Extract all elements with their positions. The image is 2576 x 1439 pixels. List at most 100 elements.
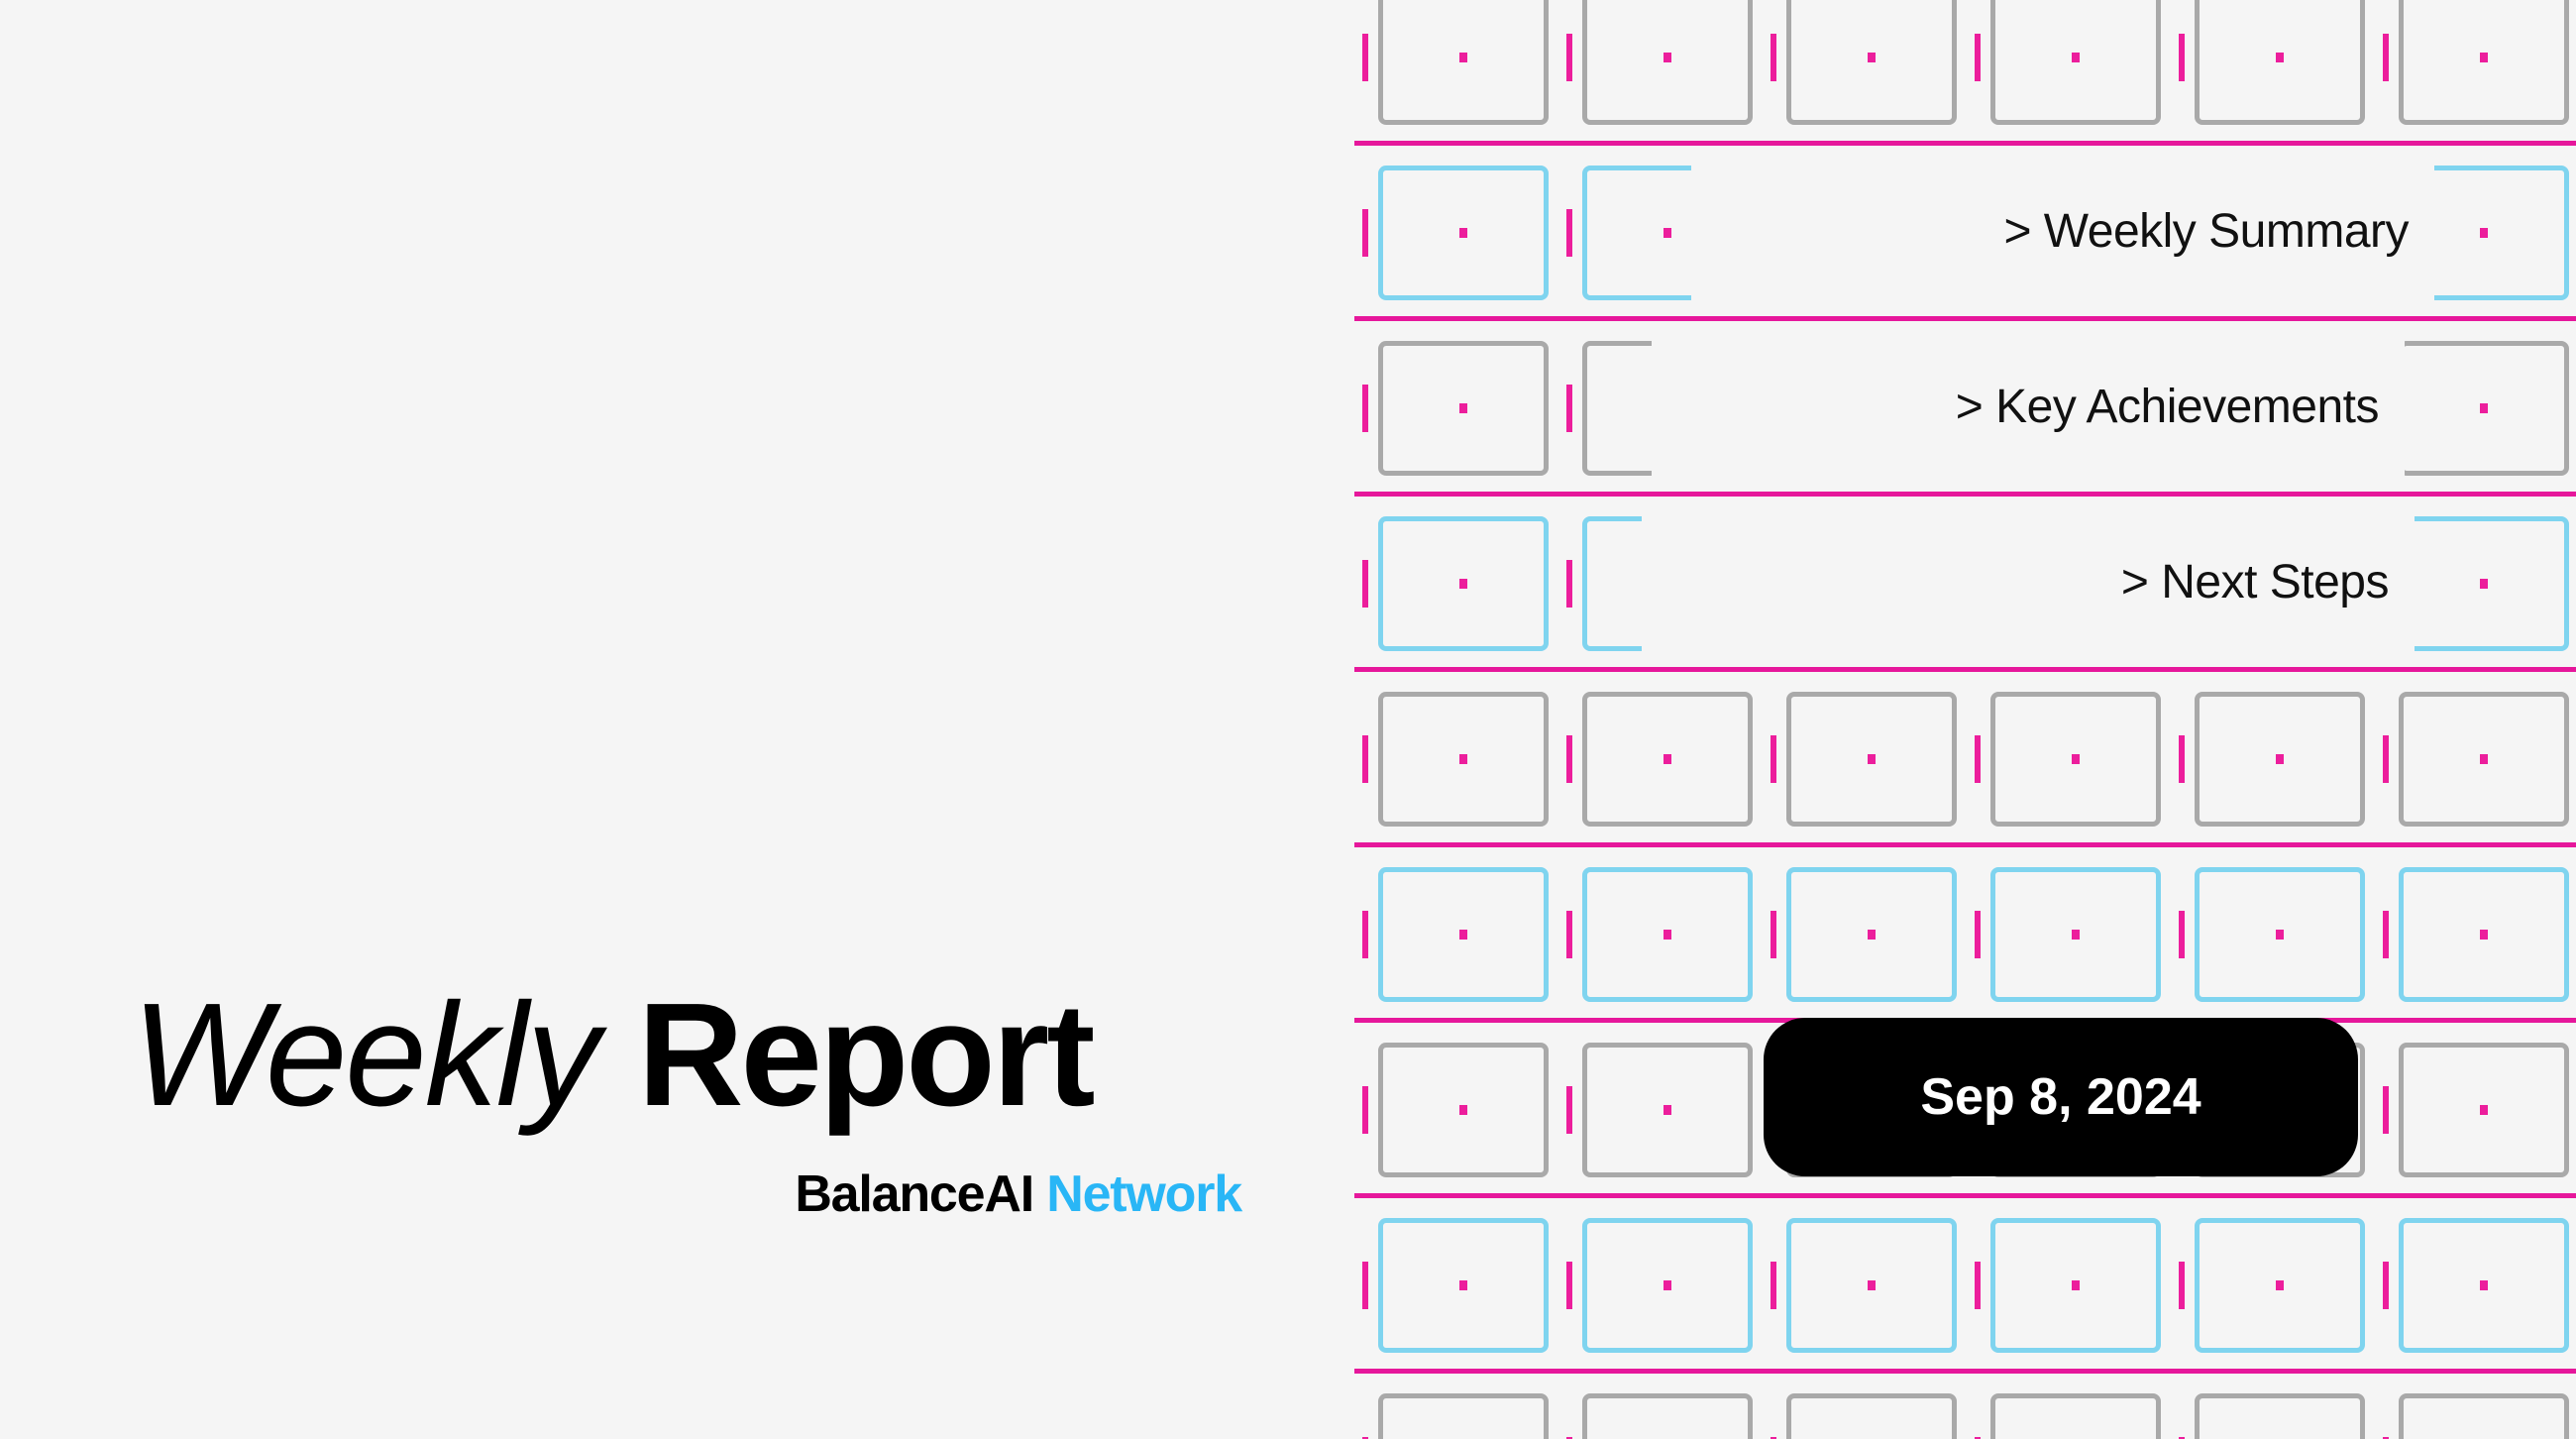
grid-cell-dot [1459, 754, 1467, 764]
date-badge-label: Sep 8, 2024 [1920, 1068, 2201, 1126]
grid-tick-mark [1771, 735, 1776, 783]
grid-cell-dot [2276, 930, 2284, 940]
grid-row [1354, 0, 2576, 146]
grid-cell-dot [2072, 754, 2080, 764]
grid-cell-dot [1664, 53, 1671, 62]
grid-cell [1582, 1043, 1753, 1177]
grid-cell [2399, 516, 2569, 651]
grid-tick-mark [1975, 911, 1981, 958]
date-badge[interactable]: Sep 8, 2024 [1764, 1018, 2358, 1176]
grid-cell [1582, 0, 1753, 125]
grid-tick-mark [1362, 385, 1368, 432]
grid-cell-dot [1868, 53, 1876, 62]
grid-tick-mark [2383, 735, 2389, 783]
grid-cell-dot [2072, 53, 2080, 62]
grid-cell [2399, 341, 2569, 476]
grid-tick-mark [1566, 1262, 1572, 1309]
grid-tick-mark [1362, 1262, 1368, 1309]
section-label-text: > Key Achievements [1955, 380, 2380, 433]
grid-cell-dot [1664, 754, 1671, 764]
grid-cell [1378, 0, 1549, 125]
grid-cell [1786, 1218, 1957, 1353]
grid-cell [1582, 692, 1753, 827]
grid-cell-dot [1664, 1105, 1671, 1115]
grid-tick-mark [1362, 560, 1368, 608]
grid-cell-dot [2480, 1105, 2488, 1115]
grid-cell [2399, 867, 2569, 1002]
grid-tick-mark [1362, 735, 1368, 783]
grid-tick-mark [1975, 735, 1981, 783]
grid-cell-dot [2480, 579, 2488, 589]
grid-tick-mark [2383, 1086, 2389, 1134]
grid-cell-dot [2480, 930, 2488, 940]
grid-tick-mark [1975, 1262, 1981, 1309]
grid-cell-dot [1664, 1280, 1671, 1290]
section-label-text: > Weekly Summary [2003, 204, 2409, 258]
grid-cell [1378, 1218, 1549, 1353]
section-label-text: > Next Steps [2120, 555, 2390, 609]
grid-cell-dot [1459, 403, 1467, 413]
grid-cell [2195, 692, 2365, 827]
grid-cell [2399, 692, 2569, 827]
grid-cell [1786, 692, 1957, 827]
grid-row [1354, 1198, 2576, 1374]
brand-lockup: BalanceAI Network [132, 1164, 1242, 1224]
grid-cell-dot [1459, 930, 1467, 940]
grid-tick-mark [1362, 34, 1368, 81]
title-block: Weekly Report BalanceAI Network [132, 980, 1242, 1224]
grid-cell [1378, 166, 1549, 300]
grid-cell [2195, 1393, 2365, 1439]
grid-tick-mark [1362, 1086, 1368, 1134]
grid-cell [1990, 0, 2161, 125]
grid-cell-dot [1459, 579, 1467, 589]
grid-cell [1990, 1218, 2161, 1353]
grid-cell [1786, 0, 1957, 125]
grid-cell [2399, 1393, 2569, 1439]
grid-cell [1378, 867, 1549, 1002]
grid-cell-dot [2480, 228, 2488, 238]
grid-tick-mark [1566, 1086, 1572, 1134]
brand-suffix: Network [1046, 1164, 1242, 1223]
grid-cell-dot [2072, 930, 2080, 940]
grid-cell [2195, 0, 2365, 125]
grid-tick-mark [1362, 911, 1368, 958]
title-panel: Weekly Report BalanceAI Network [0, 0, 1354, 1439]
grid-cell-dot [1459, 1280, 1467, 1290]
grid-cell-dot [2072, 1280, 2080, 1290]
grid-tick-mark [1975, 34, 1981, 81]
section-label-weekly-summary[interactable]: > Weekly Summary [1691, 157, 2434, 305]
section-label-key-achievements[interactable]: > Key Achievements [1652, 332, 2405, 481]
grid-row [1354, 1374, 2576, 1439]
grid-cell-dot [1664, 228, 1671, 238]
grid-cell-dot [2480, 1280, 2488, 1290]
grid-cell [1990, 867, 2161, 1002]
grid-cell-dot [2480, 403, 2488, 413]
grid-cell [2399, 1218, 2569, 1353]
grid-cell [1990, 1393, 2161, 1439]
grid-cell-dot [2276, 53, 2284, 62]
slide-root: > Weekly Summary > Key Achievements > Next… [0, 0, 2576, 1439]
grid-tick-mark [1771, 34, 1776, 81]
grid-cell [1378, 692, 1549, 827]
grid-cell-dot [2276, 754, 2284, 764]
page-title: Weekly Report [132, 980, 1241, 1131]
grid-row [1354, 847, 2576, 1023]
grid-cell-dot [1868, 1280, 1876, 1290]
grid-tick-mark [1566, 209, 1572, 257]
grid-tick-mark [2179, 34, 2185, 81]
section-label-next-steps[interactable]: > Next Steps [1642, 507, 2415, 656]
grid-cell-dot [1868, 930, 1876, 940]
grid-cell [1786, 1393, 1957, 1439]
grid-cell-dot [2480, 53, 2488, 62]
grid-cell [2399, 0, 2569, 125]
grid-row [1354, 672, 2576, 847]
grid-cell-dot [2276, 1280, 2284, 1290]
grid-tick-mark [1771, 1262, 1776, 1309]
grid-cell [2195, 1218, 2365, 1353]
grid-cell-dot [1459, 228, 1467, 238]
grid-tick-mark [2383, 1262, 2389, 1309]
grid-cell [1990, 692, 2161, 827]
grid-tick-mark [1771, 911, 1776, 958]
grid-tick-mark [2383, 911, 2389, 958]
grid-cell [1378, 1043, 1549, 1177]
